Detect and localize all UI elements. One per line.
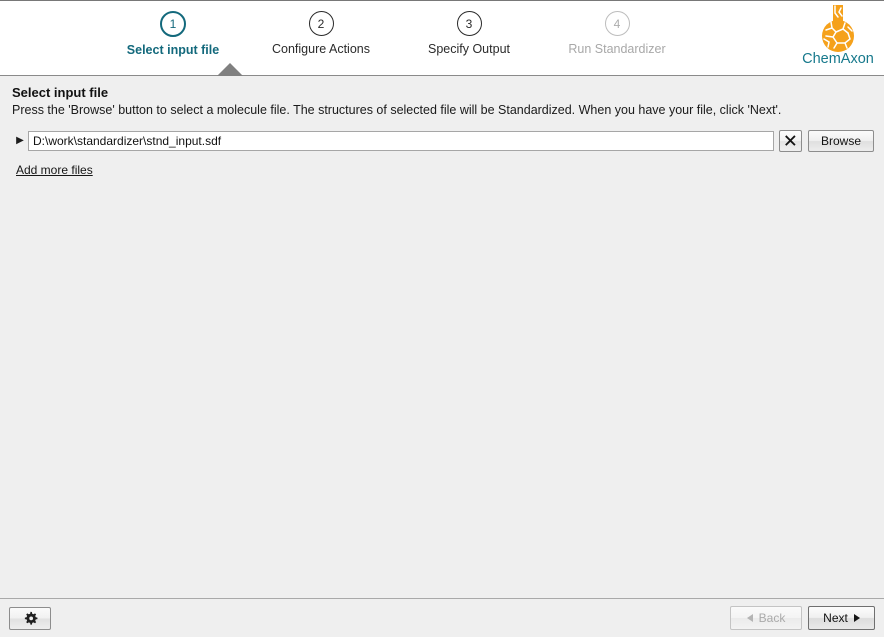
- back-button-label: Back: [758, 611, 786, 625]
- standardizer-wizard-window: 1 Select input file 2 Configure Actions …: [0, 0, 884, 637]
- step-number-badge-4: 4: [604, 11, 630, 36]
- step-label-2: Configure Actions: [272, 42, 370, 56]
- close-icon: [785, 135, 796, 146]
- page-instructions: Press the 'Browse' button to select a mo…: [12, 103, 782, 117]
- clear-file-button[interactable]: [779, 129, 802, 152]
- page-title: Select input file: [12, 85, 109, 100]
- browse-button[interactable]: Browse: [808, 129, 874, 152]
- back-button: Back: [730, 606, 802, 630]
- add-more-files-link[interactable]: Add more files: [16, 163, 93, 177]
- wizard-step-run-standardizer: 4 Run Standardizer: [543, 11, 691, 56]
- step-label-1: Select input file: [126, 43, 220, 57]
- step-label-3: Specify Output: [428, 42, 510, 56]
- wizard-content-panel: Select input file Press the 'Browse' but…: [0, 76, 884, 598]
- next-button-label: Next: [823, 611, 848, 625]
- step-number-badge-3: 3: [456, 11, 482, 36]
- chevron-left-icon: [746, 614, 753, 622]
- step-number-badge-2: 2: [308, 11, 334, 36]
- wizard-header: 1 Select input file 2 Configure Actions …: [0, 0, 884, 76]
- file-selector-row: ▶ Browse: [12, 129, 874, 152]
- wizard-step-list: 1 Select input file 2 Configure Actions …: [0, 1, 790, 75]
- step-label-4: Run Standardizer: [568, 42, 666, 56]
- chemaxon-logo: ChemAxon: [794, 3, 882, 75]
- wizard-step-specify-output[interactable]: 3 Specify Output: [395, 11, 543, 56]
- wizard-footer: Back Next: [0, 598, 884, 637]
- step-number-badge-1: 1: [160, 11, 186, 37]
- active-step-pointer-icon: [217, 63, 243, 76]
- settings-button[interactable]: [9, 606, 51, 630]
- wizard-step-select-input-file[interactable]: 1 Select input file: [99, 11, 247, 57]
- wizard-nav-buttons: Back Next: [730, 606, 875, 630]
- wizard-step-configure-actions[interactable]: 2 Configure Actions: [247, 11, 395, 56]
- triangle-right-icon[interactable]: ▶: [12, 131, 28, 151]
- input-file-path-field[interactable]: [28, 130, 774, 151]
- chevron-right-icon: [853, 614, 860, 622]
- next-button[interactable]: Next: [808, 606, 875, 630]
- logo-wordmark: ChemAxon: [802, 51, 874, 67]
- flask-icon: [822, 5, 854, 52]
- gear-icon: [24, 611, 37, 625]
